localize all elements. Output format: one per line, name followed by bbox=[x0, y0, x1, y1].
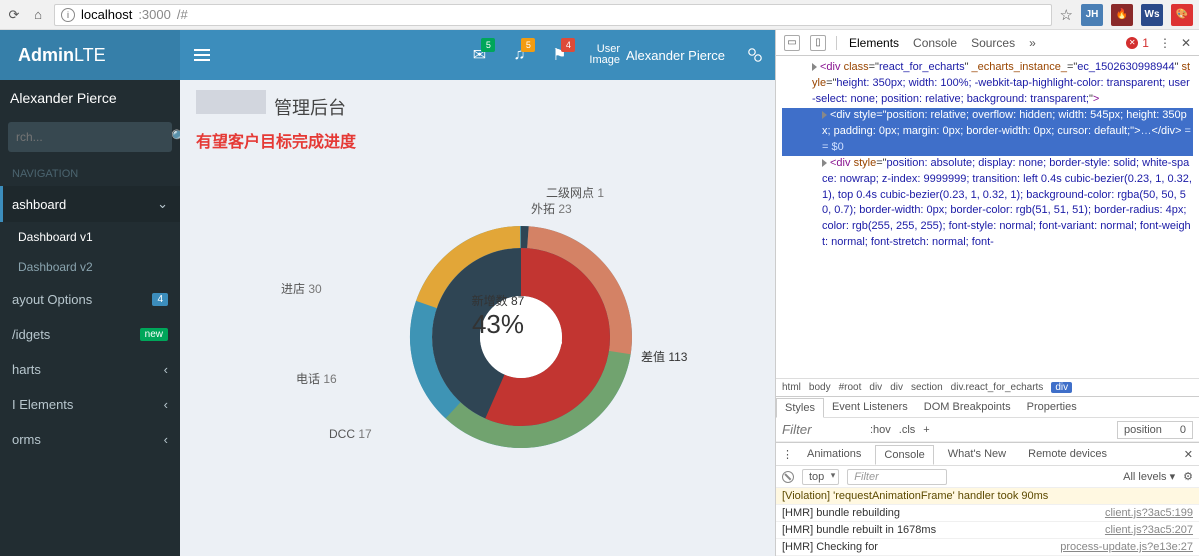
tab-elements[interactable]: Elements bbox=[847, 32, 901, 54]
sidebar: Alexander Pierce 🔍 NAVIGATION ashboard⌄ … bbox=[0, 80, 180, 556]
user-menu[interactable]: UserImage Alexander Pierce bbox=[579, 44, 735, 66]
gears-icon[interactable] bbox=[735, 30, 775, 80]
tab-more[interactable]: » bbox=[1027, 32, 1038, 54]
tab-whats-new[interactable]: What's New bbox=[940, 445, 1014, 463]
tab-styles[interactable]: Styles bbox=[776, 398, 824, 418]
sidebar-item-charts[interactable]: harts‹ bbox=[0, 352, 180, 387]
chart-container: 新增数 87 43% 二级网点 1 外拓 23 进店 30 电话 16 DCC … bbox=[196, 152, 741, 502]
header-image-placeholder bbox=[196, 90, 266, 114]
styles-filter-input[interactable] bbox=[782, 422, 862, 437]
tab-event-listeners[interactable]: Event Listeners bbox=[824, 398, 916, 416]
device-icon[interactable]: ▯ bbox=[810, 35, 826, 51]
console-context-select[interactable]: top bbox=[802, 469, 839, 485]
kebab-icon[interactable]: ⋮ bbox=[1159, 36, 1171, 50]
hov-toggle[interactable]: :hov bbox=[870, 424, 891, 436]
sidebar-sub-dashboard-v1[interactable]: Dashboard v1 bbox=[0, 222, 180, 252]
chart-gap-label: 差值 113 bbox=[641, 348, 687, 365]
chevron-left-icon: ‹ bbox=[164, 432, 168, 447]
tab-animations[interactable]: Animations bbox=[799, 445, 869, 463]
brand[interactable]: AdminLTE bbox=[0, 30, 180, 80]
sidebar-item-widgets[interactable]: /idgetsnew bbox=[0, 317, 180, 352]
url-host: localhost bbox=[81, 7, 132, 22]
sidebar-search[interactable]: 🔍 bbox=[8, 122, 172, 152]
chart-label: 电话 16 bbox=[296, 370, 337, 387]
box-model: position0 bbox=[1117, 421, 1193, 439]
close-icon[interactable]: ✕ bbox=[1181, 36, 1191, 50]
console-filter-input[interactable]: Filter bbox=[847, 469, 947, 485]
extension-icon[interactable]: 🎨 bbox=[1171, 4, 1193, 26]
page-title: 管理后台 bbox=[196, 90, 759, 120]
chart-inner-label: 缺口 113 bbox=[516, 332, 563, 349]
chart-label: DCC 17 bbox=[329, 427, 372, 441]
mail-icon[interactable]: ✉5 bbox=[459, 30, 499, 80]
bookmark-icon[interactable]: ☆ bbox=[1060, 6, 1073, 24]
chart-label: 二级网点 1 bbox=[546, 184, 604, 201]
sidebar-item-dashboard[interactable]: ashboard⌄ bbox=[0, 186, 180, 222]
console-output[interactable]: [Violation] 'requestAnimationFrame' hand… bbox=[776, 488, 1199, 556]
devtools-panel: ▭ ▯ Elements Console Sources » ✕1 ⋮ ✕ <d… bbox=[775, 30, 1199, 556]
search-input[interactable] bbox=[16, 130, 171, 144]
sidebar-item-ui-elements[interactable]: I Elements‹ bbox=[0, 387, 180, 422]
site-info-icon[interactable]: i bbox=[61, 8, 75, 22]
breadcrumb[interactable]: htmlbody#rootdivdivsectiondiv.react_for_… bbox=[776, 378, 1199, 396]
reload-icon[interactable]: ⟳ bbox=[6, 7, 22, 23]
console-toolbar: top Filter All levels ▾ ⚙ bbox=[776, 466, 1199, 488]
app-window: AdminLTE ✉5 ♫5 ⚑4 UserImage Alexander Pi… bbox=[0, 30, 775, 556]
bell-icon[interactable]: ♫5 bbox=[499, 30, 539, 80]
cls-toggle[interactable]: .cls bbox=[899, 424, 916, 436]
app-topbar: AdminLTE ✉5 ♫5 ⚑4 UserImage Alexander Pi… bbox=[0, 30, 775, 80]
devtools-tabs: ▭ ▯ Elements Console Sources » ✕1 ⋮ ✕ bbox=[776, 30, 1199, 56]
flag-icon[interactable]: ⚑4 bbox=[539, 30, 579, 80]
tab-console[interactable]: Console bbox=[911, 32, 959, 54]
chart-title: 有望客户目标完成进度 bbox=[196, 128, 759, 152]
extension-icon[interactable]: Ws bbox=[1141, 4, 1163, 26]
log-levels-select[interactable]: All levels ▾ bbox=[1123, 470, 1175, 483]
styles-filter-row: :hov .cls + position0 bbox=[776, 418, 1199, 442]
home-icon[interactable]: ⌂ bbox=[30, 7, 46, 23]
extension-icon[interactable]: 🔥 bbox=[1111, 4, 1133, 26]
error-count[interactable]: ✕1 bbox=[1126, 36, 1149, 50]
drawer-close-icon[interactable]: ✕ bbox=[1184, 448, 1193, 461]
clear-console-icon[interactable] bbox=[782, 471, 794, 483]
sidebar-item-forms[interactable]: orms‹ bbox=[0, 422, 180, 457]
nav-header: NAVIGATION bbox=[0, 158, 180, 186]
chevron-left-icon: ‹ bbox=[164, 362, 168, 377]
chart-label: 进店 30 bbox=[281, 280, 322, 297]
styles-tabs: Styles Event Listeners DOM Breakpoints P… bbox=[776, 396, 1199, 418]
dom-tree[interactable]: <div class="react_for_echarts" _echarts_… bbox=[776, 56, 1199, 378]
add-rule-button[interactable]: + bbox=[923, 424, 929, 436]
sidebar-user: Alexander Pierce bbox=[0, 80, 180, 116]
tab-remote-devices[interactable]: Remote devices bbox=[1020, 445, 1115, 463]
drawer-tabs: ⋮ Animations Console What's New Remote d… bbox=[776, 442, 1199, 466]
content-area: 管理后台 有望客户目标完成进度 bbox=[180, 80, 775, 556]
sidebar-sub-dashboard-v2[interactable]: Dashboard v2 bbox=[0, 252, 180, 282]
tab-drawer-console[interactable]: Console bbox=[875, 445, 933, 465]
chevron-down-icon: ⌄ bbox=[157, 196, 168, 212]
tab-properties[interactable]: Properties bbox=[1019, 398, 1085, 416]
drawer-kebab-icon[interactable]: ⋮ bbox=[782, 448, 793, 461]
chevron-left-icon: ‹ bbox=[164, 397, 168, 412]
user-name: Alexander Pierce bbox=[626, 48, 725, 63]
search-icon[interactable]: 🔍 bbox=[171, 129, 180, 145]
extension-icon[interactable]: JH bbox=[1081, 4, 1103, 26]
sidebar-item-layout[interactable]: ayout Options4 bbox=[0, 282, 180, 317]
menu-toggle-icon[interactable] bbox=[180, 30, 224, 80]
address-bar[interactable]: i localhost:3000/# bbox=[54, 4, 1052, 26]
chart-label: 外拓 23 bbox=[531, 200, 572, 217]
inspect-icon[interactable]: ▭ bbox=[784, 35, 800, 51]
browser-toolbar: ⟳ ⌂ i localhost:3000/# ☆ JH 🔥 Ws 🎨 bbox=[0, 0, 1199, 30]
console-settings-icon[interactable]: ⚙ bbox=[1183, 470, 1193, 483]
tab-dom-breakpoints[interactable]: DOM Breakpoints bbox=[916, 398, 1019, 416]
tab-sources[interactable]: Sources bbox=[969, 32, 1017, 54]
